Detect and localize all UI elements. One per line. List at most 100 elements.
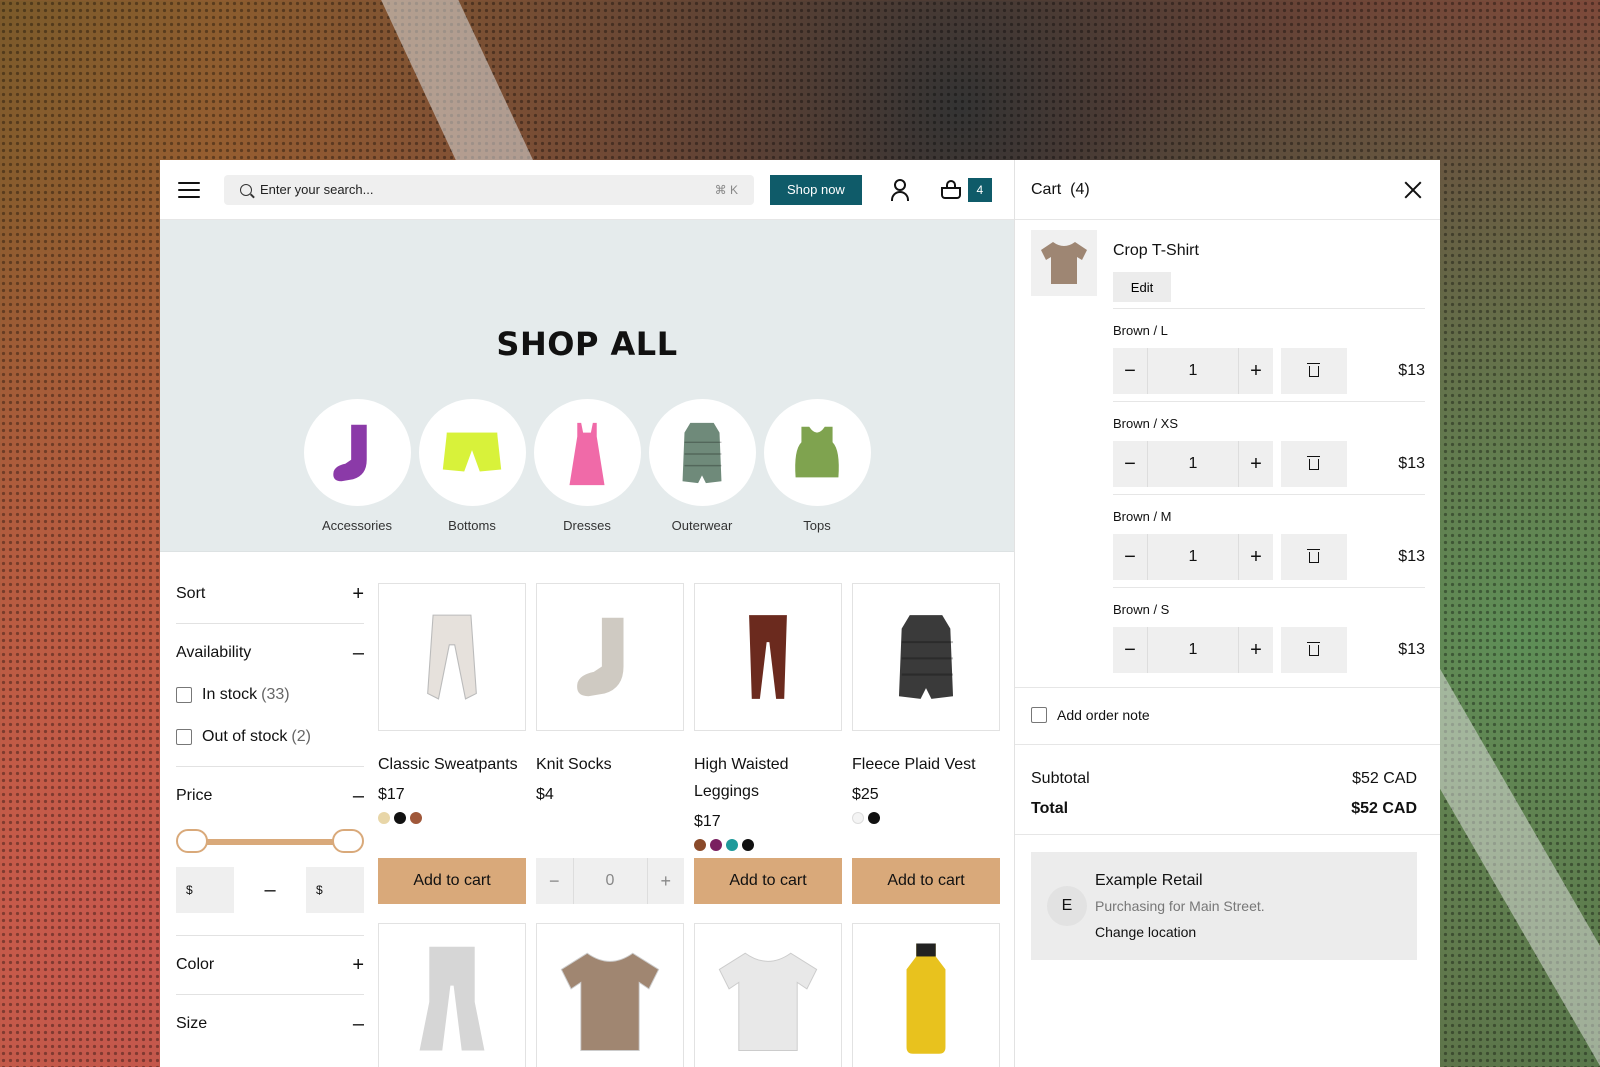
cart-header: Cart (4) bbox=[1015, 160, 1440, 220]
retail-subtitle: Purchasing for Main Street. bbox=[1095, 898, 1265, 914]
increase-button[interactable]: + bbox=[1239, 453, 1273, 476]
quantity-value[interactable]: 1 bbox=[1147, 627, 1239, 673]
product-image[interactable] bbox=[378, 583, 526, 731]
price-min-input[interactable]: $ bbox=[176, 867, 234, 913]
filter-color[interactable]: Color + bbox=[176, 944, 364, 986]
product-name[interactable]: Fleece Plaid Vest bbox=[852, 751, 1000, 778]
decrease-button[interactable]: − bbox=[1113, 360, 1147, 383]
close-icon[interactable] bbox=[1404, 181, 1422, 199]
color-swatch[interactable] bbox=[852, 812, 864, 824]
product-card: High Waisted Leggings $17 Add to cart bbox=[694, 583, 842, 923]
category-image bbox=[763, 399, 871, 506]
plus-icon: + bbox=[352, 582, 364, 605]
quantity-stepper: − 1 + bbox=[1113, 534, 1273, 580]
tshirt-icon bbox=[560, 952, 660, 1051]
color-swatch[interactable] bbox=[394, 812, 406, 824]
subtotal-label: Subtotal bbox=[1031, 770, 1090, 787]
category-accessories[interactable]: Accessories bbox=[303, 399, 411, 533]
cart-count-badge[interactable]: 4 bbox=[967, 177, 992, 202]
product-image[interactable] bbox=[852, 583, 1000, 731]
slider-max-handle[interactable] bbox=[332, 829, 364, 853]
flare-pants-icon bbox=[419, 946, 485, 1051]
cart-variant-row: Brown / S − 1 + $13 bbox=[1113, 587, 1425, 673]
cart-count: (4) bbox=[1070, 180, 1090, 198]
increase-button[interactable]: + bbox=[1239, 639, 1273, 662]
add-to-cart-button[interactable]: Add to cart bbox=[378, 858, 526, 904]
order-note-checkbox[interactable]: Add order note bbox=[1031, 707, 1150, 723]
plus-icon[interactable]: + bbox=[648, 871, 685, 892]
product-name[interactable]: High Waisted Leggings bbox=[694, 751, 842, 805]
cart-drawer: Cart (4) Crop T-Shirt Edit Brown / L − 1… bbox=[1014, 160, 1440, 1067]
product-image[interactable] bbox=[536, 583, 684, 731]
product-image[interactable] bbox=[852, 923, 1000, 1067]
quantity-value[interactable]: 1 bbox=[1147, 534, 1239, 580]
account-icon[interactable] bbox=[890, 178, 910, 201]
variant-label: Brown / XS bbox=[1113, 416, 1179, 431]
product-price: $25 bbox=[852, 786, 879, 803]
category-dresses[interactable]: Dresses bbox=[533, 399, 641, 533]
slider-min-handle[interactable] bbox=[176, 829, 208, 853]
remove-button[interactable] bbox=[1281, 627, 1347, 673]
cart-item-title[interactable]: Crop T-Shirt bbox=[1113, 242, 1199, 260]
increase-button[interactable]: + bbox=[1239, 546, 1273, 569]
color-swatch[interactable] bbox=[868, 812, 880, 824]
edit-button[interactable]: Edit bbox=[1113, 272, 1171, 302]
color-swatch[interactable] bbox=[410, 812, 422, 824]
total-value: $52 CAD bbox=[1351, 800, 1417, 817]
decrease-button[interactable]: − bbox=[1113, 639, 1147, 662]
product-image[interactable] bbox=[694, 923, 842, 1067]
shop-now-button[interactable]: Shop now bbox=[770, 174, 862, 205]
dress-icon bbox=[569, 422, 605, 485]
remove-button[interactable] bbox=[1281, 534, 1347, 580]
filter-sort[interactable]: Sort + bbox=[176, 573, 364, 615]
color-swatch[interactable] bbox=[694, 839, 706, 851]
order-note-label: Add order note bbox=[1057, 707, 1150, 723]
in-stock-checkbox[interactable]: In stock (33) bbox=[176, 674, 364, 716]
add-to-cart-button[interactable]: Add to cart bbox=[694, 858, 842, 904]
category-image bbox=[418, 399, 526, 506]
category-outerwear[interactable]: Outerwear bbox=[648, 399, 756, 533]
add-to-cart-button[interactable]: Add to cart bbox=[852, 858, 1000, 904]
shorts-icon bbox=[442, 432, 502, 471]
remove-button[interactable] bbox=[1281, 441, 1347, 487]
quantity-value[interactable]: 1 bbox=[1147, 348, 1239, 394]
basket-icon[interactable] bbox=[940, 179, 962, 200]
quantity-value: 0 bbox=[572, 858, 648, 904]
filter-availability[interactable]: Availability – bbox=[176, 632, 364, 674]
product-image[interactable] bbox=[694, 583, 842, 731]
price-max-input[interactable]: $ bbox=[306, 867, 364, 913]
color-swatch[interactable] bbox=[378, 812, 390, 824]
total-label: Total bbox=[1031, 800, 1069, 817]
product-card bbox=[694, 923, 842, 1067]
quantity-value[interactable]: 1 bbox=[1147, 441, 1239, 487]
filter-price[interactable]: Price – bbox=[176, 775, 364, 817]
product-image[interactable] bbox=[378, 923, 526, 1067]
search-input[interactable]: Enter your search... ⌘ K bbox=[224, 174, 754, 205]
variant-price: $13 bbox=[1398, 641, 1425, 658]
category-bottoms[interactable]: Bottoms bbox=[418, 399, 526, 533]
filter-label: Availability bbox=[176, 644, 252, 661]
category-tops[interactable]: Tops bbox=[763, 399, 871, 533]
subtotal-value: $52 CAD bbox=[1352, 770, 1417, 787]
color-swatch[interactable] bbox=[726, 839, 738, 851]
change-location-link[interactable]: Change location bbox=[1095, 924, 1196, 940]
decrease-button[interactable]: − bbox=[1113, 546, 1147, 569]
hamburger-menu-icon[interactable] bbox=[178, 181, 200, 198]
product-name[interactable]: Knit Socks bbox=[536, 751, 684, 778]
product-image[interactable] bbox=[536, 923, 684, 1067]
color-swatch[interactable] bbox=[742, 839, 754, 851]
quantity-stepper[interactable]: −0 + bbox=[536, 858, 684, 904]
product-price: $4 bbox=[536, 786, 554, 803]
category-label: Outerwear bbox=[671, 518, 733, 533]
filter-size[interactable]: Size – bbox=[176, 1003, 364, 1045]
out-of-stock-checkbox[interactable]: Out of stock (2) bbox=[176, 716, 364, 758]
color-swatch[interactable] bbox=[710, 839, 722, 851]
swatch-list bbox=[852, 812, 1000, 824]
increase-button[interactable]: + bbox=[1239, 360, 1273, 383]
minus-icon[interactable]: − bbox=[536, 871, 573, 892]
product-name[interactable]: Classic Sweatpants bbox=[378, 751, 526, 778]
shop-main: Enter your search... ⌘ K Shop now 4 SHOP… bbox=[160, 160, 1014, 1067]
decrease-button[interactable]: − bbox=[1113, 453, 1147, 476]
price-range-slider[interactable] bbox=[176, 829, 364, 855]
remove-button[interactable] bbox=[1281, 348, 1347, 394]
